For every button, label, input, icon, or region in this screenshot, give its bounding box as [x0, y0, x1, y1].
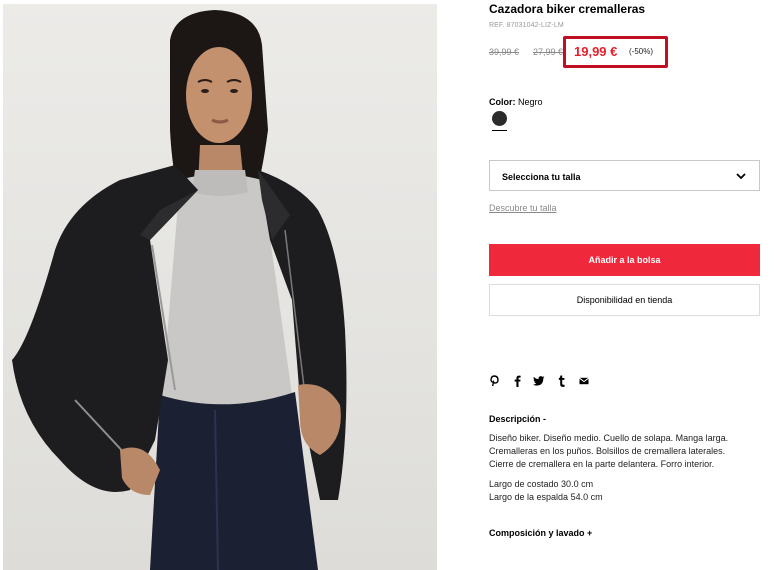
- store-availability-button[interactable]: Disponibilidad en tienda: [489, 284, 760, 316]
- description-toggle[interactable]: Descripción -: [489, 414, 546, 424]
- chevron-down-icon: [736, 173, 746, 180]
- selected-swatch-indicator: [492, 130, 507, 131]
- discount-badge: (-50%): [629, 47, 654, 56]
- size-select[interactable]: Selecciona tu talla: [489, 160, 760, 191]
- color-value: Negro: [518, 97, 543, 107]
- email-icon[interactable]: [579, 377, 589, 385]
- twitter-icon[interactable]: [533, 376, 545, 386]
- tumblr-icon[interactable]: [558, 375, 565, 387]
- pinterest-icon[interactable]: [489, 375, 499, 387]
- size-guide-link[interactable]: Descubre tu talla: [489, 203, 557, 213]
- measure-line: Largo de la espalda 54.0 cm: [489, 492, 603, 502]
- current-price-highlight: 19,99 € (-50%): [563, 36, 668, 68]
- add-to-bag-button[interactable]: Añadir a la bolsa: [489, 244, 760, 276]
- color-swatch-negro[interactable]: [492, 111, 507, 126]
- current-price: 19,99 €: [574, 44, 618, 59]
- description-line: Cremalleras en los puños. Bolsillos de c…: [489, 446, 726, 456]
- color-label-key: Color:: [489, 97, 516, 107]
- product-image[interactable]: [0, 0, 437, 570]
- description-line: Diseño biker. Diseño medio. Cuello de so…: [489, 433, 729, 443]
- description-line: Cierre de cremallera en la parte delante…: [489, 459, 715, 469]
- composition-toggle[interactable]: Composición y lavado +: [489, 528, 592, 538]
- product-photo-illustration: [12, 10, 347, 570]
- facebook-icon[interactable]: [513, 375, 521, 387]
- size-select-label: Selecciona tu talla: [502, 172, 581, 182]
- product-reference: REF. 87031042-LIZ-LM: [489, 22, 564, 29]
- original-price: 39,99 €: [489, 47, 520, 57]
- measure-line: Largo de costado 30.0 cm: [489, 479, 594, 489]
- color-label: Color: Negro: [489, 97, 543, 107]
- product-title: Cazadora biker cremalleras: [489, 2, 646, 16]
- previous-price: 27,99 €: [533, 47, 564, 57]
